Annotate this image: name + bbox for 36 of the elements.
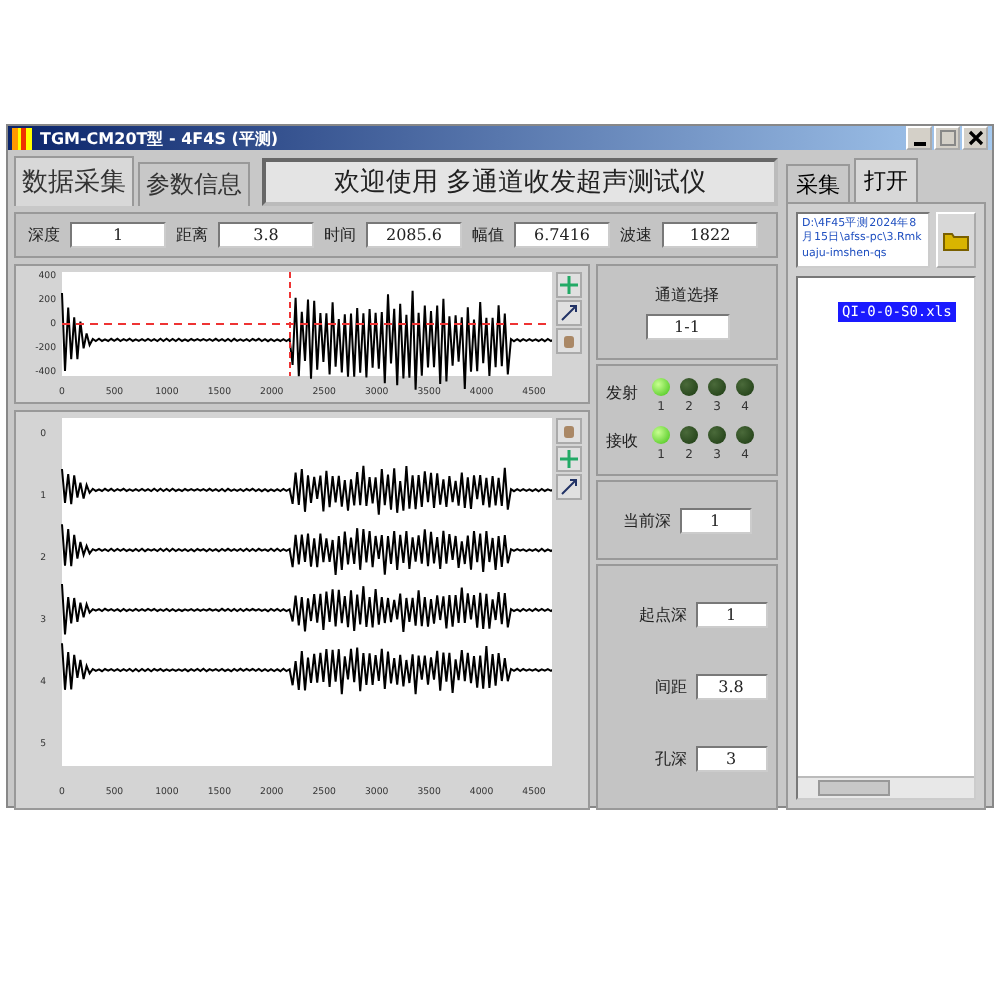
channel-select-field[interactable]: 1-1 [645, 314, 729, 340]
field-label: 波速 [620, 224, 652, 246]
field-label: 深度 [28, 224, 60, 246]
led-row-label: 接收 [606, 430, 640, 452]
tab[interactable]: 采集 [786, 164, 850, 202]
param-field[interactable]: 3.8 [695, 673, 767, 700]
readout-field: 3.8 [218, 222, 314, 248]
readout-field: 1 [70, 222, 166, 248]
readout-field: 6.7416 [514, 222, 610, 248]
tab[interactable]: 参数信息 [138, 162, 250, 206]
readout-field: 2085.6 [366, 222, 462, 248]
depth-field: 1 [679, 507, 751, 533]
param-field[interactable]: 3 [695, 746, 767, 773]
readout-field: 1822 [662, 222, 758, 248]
tab[interactable]: 打开 [854, 158, 918, 202]
field-label: 当前深 [623, 509, 671, 531]
field-label: 起点深 [639, 603, 687, 626]
close-button[interactable] [962, 126, 988, 150]
banner-title: 欢迎使用 多通道收发超声测试仪 [262, 158, 778, 206]
field-label: 距离 [176, 224, 208, 246]
field-label: 间距 [655, 675, 687, 698]
app-icon [12, 127, 32, 149]
field-label: 时间 [324, 224, 356, 246]
minimize-button[interactable] [906, 126, 932, 150]
folder-icon [942, 229, 970, 252]
window-title: TGM-CM20T型 - 4F4S (平测) [40, 127, 281, 149]
tab[interactable]: 数据采集 [14, 156, 134, 206]
folder-button[interactable] [936, 212, 976, 269]
led-row-label: 发射 [606, 382, 640, 404]
param-field[interactable]: 1 [695, 601, 767, 628]
zoom-icon[interactable] [556, 300, 582, 326]
zoom-icon[interactable] [556, 474, 582, 500]
field-label: 幅值 [472, 224, 504, 246]
channel-select-label: 通道选择 [655, 284, 719, 306]
horizontal-scrollbar[interactable] [798, 776, 974, 798]
field-label: 孔深 [655, 748, 687, 771]
